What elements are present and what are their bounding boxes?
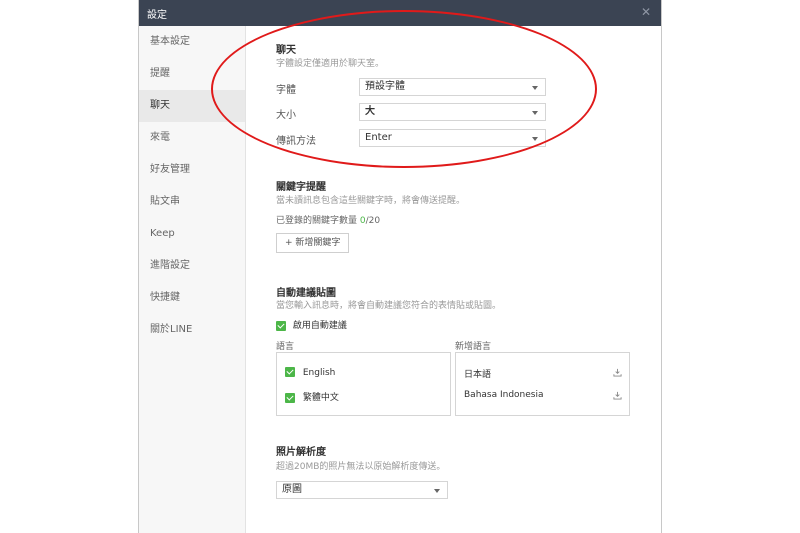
photo-heading: 照片解析度 [276,447,326,458]
download-icon[interactable] [613,391,622,400]
keyword-count: 已登錄的關鍵字數量 0/20 [276,213,380,226]
enable-suggest-label: 啟用自動建議 [292,321,347,331]
enable-suggest-checkbox[interactable]: 啟用自動建議 [276,318,347,331]
window-title: 設定 [147,10,167,21]
sidebar: 基本設定 提醒 聊天 來電 好友管理 貼文串 Keep 進階設定 快捷鍵 關於L… [139,26,246,533]
checkbox-checked-icon [276,320,286,331]
keyword-count-max: /20 [365,216,381,226]
close-icon[interactable]: ✕ [641,5,651,19]
photo-resolution-select[interactable]: 原圖 [276,481,448,499]
plus-icon: + [285,238,293,248]
download-icon[interactable] [613,368,622,377]
chevron-down-icon [532,137,538,141]
size-select[interactable]: 大 [359,103,546,121]
sidebar-item-friends[interactable]: 好友管理 [139,154,245,186]
add-keyword-label: 新增關鍵字 [295,238,341,248]
size-select-value: 大 [365,106,375,117]
add-language-label: Bahasa Indonesia [464,390,544,400]
language-item[interactable]: English [285,367,335,378]
keyword-description: 當未讀訊息包含這些關鍵字時，將會傳送提醒。 [276,196,466,206]
sidebar-item-shortcuts[interactable]: 快捷鍵 [139,282,245,314]
language-label: 繁體中文 [302,393,339,403]
sidebar-item-keep[interactable]: Keep [139,218,245,250]
size-label: 大小 [276,110,296,121]
send-method-value: Enter [365,132,392,143]
title-bar: 設定 ✕ [139,0,661,26]
sticker-heading: 自動建議貼圖 [276,288,336,299]
chat-heading: 聊天 [276,45,296,56]
chevron-down-icon [532,86,538,90]
font-label: 字體 [276,85,296,96]
send-method-label: 傳訊方法 [276,136,316,147]
sidebar-item-basic[interactable]: 基本設定 [139,26,245,58]
photo-description: 超過20MB的照片無法以原始解析度傳送。 [276,462,446,472]
chevron-down-icon [532,111,538,115]
sticker-description: 當您輸入訊息時，將會自動建議您符合的表情貼或貼圖。 [276,301,502,311]
language-label: English [302,367,336,378]
sidebar-item-advanced[interactable]: 進階設定 [139,250,245,282]
sidebar-item-notifications[interactable]: 提醒 [139,58,245,90]
add-languages-header: 新增語言 [455,342,492,352]
chevron-down-icon [434,489,440,493]
send-method-select[interactable]: Enter [359,129,546,147]
language-item[interactable]: 繁體中文 [285,390,339,403]
font-select-value: 預設字體 [365,81,405,92]
sidebar-item-calls[interactable]: 來電 [139,122,245,154]
checkbox-checked-icon [285,367,295,377]
chat-description: 字體設定僅適用於聊天室。 [276,59,385,69]
add-keyword-button[interactable]: + 新增關鍵字 [276,233,350,253]
languages-header: 語言 [276,342,295,352]
add-language-label: 日本語 [464,370,492,380]
sidebar-item-chat[interactable]: 聊天 [139,90,245,122]
settings-content: 聊天 字體設定僅適用於聊天室。 字體 預設字體 大小 大 傳訊方法 Enter … [246,26,661,533]
keyword-heading: 關鍵字提醒 [276,182,326,193]
add-languages-list: 日本語 Bahasa Indonesia [455,352,630,416]
checkbox-checked-icon [285,392,295,403]
photo-resolution-value: 原圖 [282,484,302,495]
sidebar-item-about[interactable]: 關於LINE [139,314,245,346]
sidebar-item-timeline[interactable]: 貼文串 [139,186,245,218]
settings-window: 設定 ✕ 基本設定 提醒 聊天 來電 好友管理 貼文串 Keep 進階設定 快捷… [139,0,661,533]
languages-list: English 繁體中文 [276,352,451,416]
font-select[interactable]: 預設字體 [359,78,546,96]
keyword-count-label: 已登錄的關鍵字數量 [276,216,358,226]
